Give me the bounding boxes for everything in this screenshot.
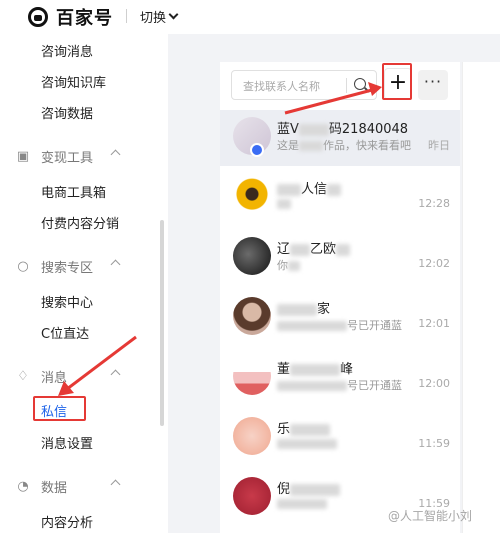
contact-name: 乐 bbox=[277, 418, 331, 437]
brand-name: 百家号 bbox=[56, 8, 113, 29]
conversation-row[interactable]: 家 号已开通蓝 12:01 bbox=[220, 290, 460, 346]
sidebar-item-consult-messages[interactable]: 咨询消息 bbox=[41, 41, 93, 60]
sidebar-item-content-analysis[interactable]: 内容分析 bbox=[41, 512, 93, 531]
avatar bbox=[233, 177, 271, 215]
message-time: 12:02 bbox=[418, 257, 450, 270]
app-root: 百家号 切换 咨询消息 咨询知识库 咨询数据 ▣ 变现工具 电商工具箱 付费内容… bbox=[0, 0, 500, 533]
message-time: 11:59 bbox=[418, 437, 450, 450]
conversation-row[interactable]: 蓝V 码21840048 这是 作品，快来看看吧 昨日 bbox=[220, 110, 460, 166]
avatar bbox=[233, 477, 271, 515]
sidebar-section-label: 搜索专区 bbox=[41, 261, 94, 276]
message-preview bbox=[277, 497, 327, 510]
search-divider bbox=[346, 78, 347, 93]
avatar bbox=[233, 417, 271, 455]
message-preview: 这是 作品，快来看看吧 bbox=[277, 139, 411, 152]
contact-name: 人信 bbox=[277, 178, 342, 197]
wallet-icon: ▣ bbox=[16, 148, 30, 164]
conversation-row[interactable]: 乐 11:59 bbox=[220, 410, 460, 466]
brand-logo-icon bbox=[28, 7, 48, 27]
search-input[interactable]: 查找联系人名称 bbox=[243, 78, 320, 94]
avatar bbox=[233, 357, 271, 395]
message-time: 12:28 bbox=[418, 197, 450, 210]
chevron-down-icon bbox=[168, 9, 179, 20]
sidebar-scrollbar[interactable] bbox=[160, 220, 164, 426]
contact-name: 倪 bbox=[277, 478, 341, 497]
sidebar-item-search-center[interactable]: 搜索中心 bbox=[41, 292, 93, 311]
sidebar-section-label: 消息 bbox=[41, 371, 68, 386]
contact-name: 蓝V 码21840048 bbox=[277, 122, 409, 137]
sidebar-section-label: 数据 bbox=[41, 481, 68, 496]
sidebar-section-monetize[interactable]: ▣ 变现工具 bbox=[16, 147, 121, 166]
sidebar-section-data[interactable]: ◔ 数据 bbox=[16, 477, 121, 496]
message-preview: 号已开通蓝 bbox=[277, 377, 402, 393]
message-time: 12:00 bbox=[418, 377, 450, 390]
switch-label: 切换 bbox=[140, 11, 167, 26]
avatar bbox=[233, 297, 271, 335]
watermark: @人工智能小刘 bbox=[388, 509, 473, 523]
pie-chart-icon: ◔ bbox=[17, 478, 29, 494]
contact-name: 家 bbox=[277, 298, 330, 317]
chat-pane bbox=[462, 62, 500, 533]
conversation-row[interactable]: 辽乙欧 你 12:02 bbox=[220, 230, 460, 286]
sidebar-item-paid-distribution[interactable]: 付费内容分销 bbox=[41, 213, 119, 232]
verified-badge-icon bbox=[250, 143, 264, 157]
sidebar-item-message-settings[interactable]: 消息设置 bbox=[41, 433, 93, 452]
contact-search-box[interactable]: 查找联系人名称 bbox=[231, 70, 377, 100]
search-icon: ○ bbox=[17, 258, 29, 274]
sidebar-section-search[interactable]: ○ 搜索专区 bbox=[16, 257, 121, 276]
conversation-row[interactable]: 人信 12:28 bbox=[220, 170, 460, 226]
message-preview bbox=[277, 437, 337, 450]
sidebar-item-consult-knowledge[interactable]: 咨询知识库 bbox=[41, 72, 106, 91]
contact-name: 董峰 bbox=[277, 362, 354, 377]
message-preview: 号已开通蓝 bbox=[277, 317, 402, 333]
message-time: 12:01 bbox=[418, 317, 450, 330]
conversation-row[interactable]: 董峰 号已开通蓝 12:00 bbox=[220, 350, 460, 406]
switch-account-button[interactable]: 切换 bbox=[140, 7, 179, 26]
sidebar-section-messages[interactable]: ♢ 消息 bbox=[16, 367, 121, 386]
brand-logo[interactable]: 百家号 bbox=[28, 4, 113, 30]
contact-name: 辽乙欧 bbox=[277, 238, 351, 257]
top-header: 百家号 切换 bbox=[0, 0, 500, 34]
message-time: 昨日 bbox=[428, 139, 450, 152]
sidebar-item-consult-data[interactable]: 咨询数据 bbox=[41, 103, 93, 122]
annotation-highlight-box bbox=[33, 396, 86, 421]
message-preview bbox=[277, 197, 291, 210]
avatar bbox=[233, 237, 271, 275]
more-options-button[interactable]: ··· bbox=[418, 70, 448, 100]
sidebar-section-label: 变现工具 bbox=[41, 151, 94, 166]
message-preview: 你 bbox=[277, 257, 300, 273]
sidebar-item-ecommerce-tools[interactable]: 电商工具箱 bbox=[41, 182, 106, 201]
search-icon[interactable] bbox=[354, 78, 366, 90]
sidebar-item-c-position[interactable]: C位直达 bbox=[41, 323, 89, 342]
annotation-highlight-box bbox=[382, 63, 412, 100]
header-divider bbox=[126, 9, 127, 23]
bell-icon: ♢ bbox=[17, 368, 29, 384]
